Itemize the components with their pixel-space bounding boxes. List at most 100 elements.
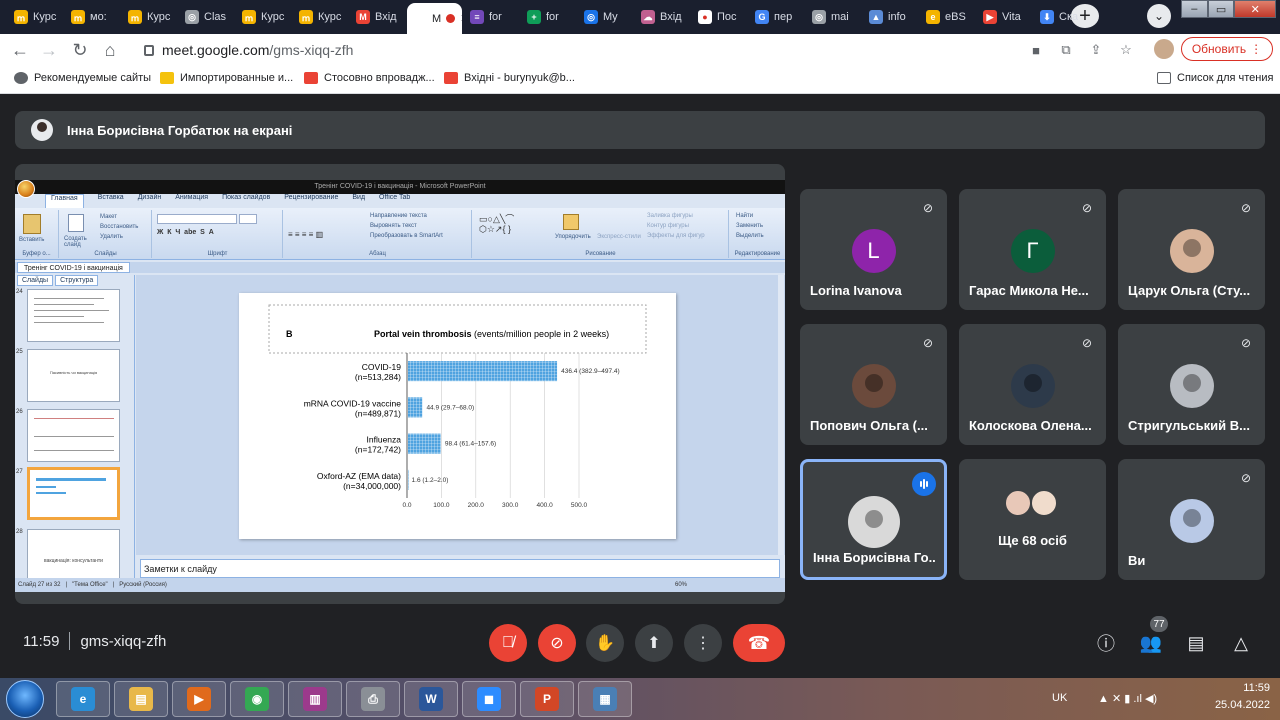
taskbar-app-printer[interactable]: ⎙ (346, 681, 400, 717)
people-button[interactable]: 👥 (1138, 630, 1164, 656)
share-icon[interactable]: ⇪ (1087, 41, 1105, 59)
browser-tab[interactable]: ◎ Clas (179, 4, 234, 30)
keyboard-language[interactable]: UK (1052, 692, 1067, 704)
browser-tab[interactable]: ՠ Курс (236, 4, 291, 30)
browser-tab[interactable]: M Вхід (350, 4, 405, 30)
present-button[interactable]: ⬆ (635, 624, 673, 662)
slide-thumbnail[interactable]: Пасивність чи вакцинація (27, 349, 120, 402)
camera-icon[interactable]: ■ (1027, 41, 1045, 59)
raise-hand-button[interactable]: ✋ (586, 624, 624, 662)
browser-tab[interactable]: ՠ Курс (293, 4, 348, 30)
layout-button[interactable]: Макет (100, 214, 117, 220)
participant-tile[interactable]: ⊘ Попович Ольга (... (800, 324, 947, 445)
leave-call-button[interactable]: ☎ (733, 624, 785, 662)
status-zoom[interactable]: 60% (675, 578, 687, 592)
bookmark-item[interactable]: Вхідні - burynyuk@b... (444, 72, 575, 84)
close-window-button[interactable]: ✕ (1234, 0, 1276, 18)
system-clock[interactable]: 11:59 25.04.2022 (1215, 682, 1270, 711)
minimize-button[interactable]: – (1181, 0, 1208, 18)
taskbar-app-winrar[interactable]: ▥ (288, 681, 342, 717)
browser-tab[interactable]: ՠ Курс (8, 4, 63, 30)
start-button[interactable] (6, 680, 44, 718)
align-text-button[interactable]: Выровнять текст (370, 223, 417, 229)
participant-tile[interactable]: ⊘ Царук Ольга (Сту... (1118, 189, 1265, 310)
shape-fill-button[interactable]: Заливка фигуры (647, 213, 693, 219)
ppt-ribbon-tab[interactable]: Рецензирование (284, 194, 338, 208)
slide-thumbnail[interactable]: вакцинація: консультанти (27, 529, 120, 582)
font-style-buttons[interactable]: Ж К Ч abe S A (157, 229, 214, 236)
maximize-button[interactable]: ▭ (1207, 0, 1235, 18)
shape-outline-button[interactable]: Контур фигуры (647, 223, 689, 229)
browser-tab[interactable]: ՠ Курс (122, 4, 177, 30)
browser-tab[interactable]: M✕ (407, 3, 462, 34)
current-slide[interactable]: B Portal vein thrombosis (events/million… (239, 293, 676, 539)
browser-tab[interactable]: ● Пос (692, 4, 747, 30)
participant-tile[interactable]: ⊘ Г Гарас Микола Не... (959, 189, 1106, 310)
quick-styles-button[interactable]: Экспресс-стили (597, 234, 641, 240)
paste-label[interactable]: Вставить (19, 237, 44, 243)
forward-button[interactable]: → (38, 39, 60, 61)
ppt-ribbon-tab[interactable]: Показ слайдов (222, 194, 270, 208)
new-slide-icon[interactable] (68, 214, 84, 232)
meeting-details-button[interactable]: ⓘ (1093, 630, 1119, 656)
reload-button[interactable]: ↻ (69, 39, 91, 61)
address-bar[interactable]: meet.google.com/gms-xiqq-zfh (134, 37, 1145, 63)
tray-icons[interactable]: ▲ ✕ ▮ .ıl ◀) (1098, 692, 1157, 705)
camera-off-button[interactable]: ⊘ (538, 624, 576, 662)
ppt-document-tab[interactable]: Тренінг COVID-19 і вакцинація (17, 262, 130, 273)
participant-tile[interactable]: ⊘ Ви (1118, 459, 1265, 580)
browser-tab[interactable]: ≡ for (464, 4, 519, 30)
create-slide-label[interactable]: Создать слайд (64, 236, 98, 248)
browser-tab[interactable]: ☁ Вхід (635, 4, 690, 30)
font-size-select[interactable] (239, 214, 257, 224)
arrange-button[interactable]: Упорядочить (555, 234, 591, 240)
find-button[interactable]: Найти (736, 213, 753, 219)
browser-tab[interactable]: ◎ My (578, 4, 633, 30)
participant-tile[interactable]: ⊘ Колоскова Олена... (959, 324, 1106, 445)
taskbar-app-ie[interactable]: e (56, 681, 110, 717)
restore-button[interactable]: Восстановить (100, 224, 138, 230)
bookmark-item[interactable]: Рекомендуемые сайты (14, 72, 151, 84)
slide-thumbnail[interactable] (27, 409, 120, 462)
ppt-ribbon-tab[interactable]: Вставка (98, 194, 124, 208)
browser-tab[interactable]: ▶ Vita (977, 4, 1032, 30)
office-button-icon[interactable] (17, 180, 35, 198)
participant-tile[interactable]: Інна Борисівна Го... (800, 459, 947, 580)
browser-tab[interactable]: ▲ info (863, 4, 918, 30)
ppt-ribbon-tab[interactable]: Дизайн (138, 194, 162, 208)
browser-tab[interactable]: + for (521, 4, 576, 30)
update-button[interactable]: Обновить ⋮ (1181, 37, 1273, 61)
select-button[interactable]: Выделить (736, 233, 764, 239)
more-options-button[interactable]: ⋮ (684, 624, 722, 662)
replace-button[interactable]: Заменить (736, 223, 763, 229)
home-button[interactable]: ⌂ (99, 39, 121, 61)
reading-list-button[interactable]: Список для чтения (1157, 72, 1273, 84)
slide-thumbnail[interactable] (27, 289, 120, 342)
star-icon[interactable]: ☆ (1117, 41, 1135, 59)
taskbar-app-media[interactable]: ▶ (172, 681, 226, 717)
delete-button[interactable]: Удалить (100, 234, 123, 240)
shape-effects-button[interactable]: Эффекты для фигур (647, 233, 705, 239)
ppt-ribbon-tab[interactable]: Главная (45, 194, 84, 208)
browser-tab[interactable]: e eBS (920, 4, 975, 30)
tab-slides[interactable]: Слайды (17, 275, 54, 286)
participant-tile[interactable]: Ще 68 осіб (959, 459, 1106, 580)
participant-tile[interactable]: ⊘ L Lorina Ivanova (800, 189, 947, 310)
browser-tab[interactable]: ◎ mai (806, 4, 861, 30)
ppt-ribbon-tab[interactable]: Анимация (175, 194, 208, 208)
chat-button[interactable]: ▤ (1183, 630, 1209, 656)
participant-tile[interactable]: ⊘ Стригульський В... (1118, 324, 1265, 445)
taskbar-app-chrome[interactable]: ◉ (230, 681, 284, 717)
taskbar-app-powerpoint[interactable]: P (520, 681, 574, 717)
taskbar-app-word[interactable]: W (404, 681, 458, 717)
translate-icon[interactable]: ⧉ (1057, 41, 1075, 59)
slide-thumbnail-selected[interactable] (27, 467, 120, 520)
browser-tab[interactable]: Gпер (749, 4, 804, 30)
align-buttons[interactable]: ≡ ≡ ≡ ≡ ▥ (288, 230, 323, 239)
slide-notes[interactable]: Заметки к слайду (140, 559, 780, 578)
bookmark-item[interactable]: Импортированные и... (160, 72, 293, 84)
ppt-ribbon-tab[interactable]: Office Tab (379, 194, 410, 208)
vertical-scrollbar[interactable] (778, 275, 784, 555)
bookmark-item[interactable]: Стосовно впровадж... (304, 72, 435, 84)
paste-icon[interactable] (23, 214, 41, 234)
